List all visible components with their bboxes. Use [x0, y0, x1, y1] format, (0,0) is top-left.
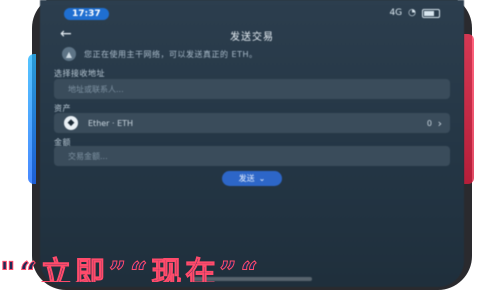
status-bar: 17:37 4G ◔: [64, 8, 440, 22]
amount-input[interactable]: 交易金额...: [54, 146, 450, 166]
asset-balance: 0: [426, 118, 432, 128]
overlay-caption-text: "“立即”“现在”“: [0, 256, 262, 283]
address-placeholder: 地址或联系人...: [68, 84, 124, 94]
send-button[interactable]: 发送 ⌄: [222, 171, 282, 186]
phone-edge-highlight-blue: [28, 54, 36, 184]
app-screen: 17:37 4G ◔ ← 发送交易 ▲ 您正在使用主干网络，可以发送真正的 ET…: [40, 0, 464, 287]
battery-icon: [422, 8, 440, 18]
chevron-right-icon: ›: [437, 116, 442, 130]
network-notice: ▲ 您正在使用主干网络，可以发送真正的 ETH。: [62, 46, 442, 62]
nav-bar: ← 发送交易: [40, 26, 464, 48]
eth-network-icon: ▲: [62, 47, 76, 61]
chevron-down-icon: ⌄: [258, 174, 266, 183]
address-input[interactable]: 地址或联系人...: [54, 79, 450, 99]
network-label: 4G: [389, 8, 403, 18]
wifi-icon: ◔: [408, 8, 416, 18]
notice-text: 您正在使用主干网络，可以发送真正的 ETH。: [84, 49, 258, 59]
asset-name: Ether · ETH: [88, 118, 134, 128]
ethereum-logo-icon: ◆: [64, 116, 78, 130]
send-button-label: 发送: [238, 174, 255, 183]
asset-selector[interactable]: ◆ Ether · ETH 0 ›: [54, 113, 450, 133]
page-title: 发送交易: [230, 32, 274, 43]
address-label: 选择接收地址: [54, 69, 105, 78]
amount-placeholder: 交易金额...: [68, 151, 108, 161]
phone-edge-highlight-red: [464, 34, 474, 184]
status-time: 17:37: [64, 8, 109, 20]
status-indicators: 4G ◔: [389, 8, 440, 18]
